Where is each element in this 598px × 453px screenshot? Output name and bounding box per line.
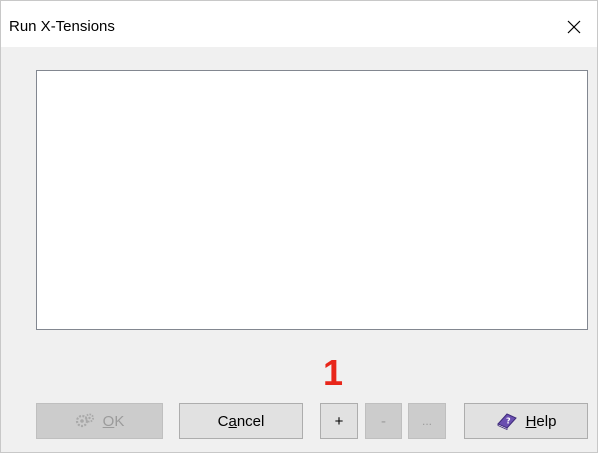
ok-button[interactable]: OK [36,403,163,439]
ok-label: OK [102,412,125,430]
remove-label: - [381,412,386,430]
close-button[interactable] [551,1,597,47]
add-button[interactable]: + [320,403,358,439]
cancel-label: Cancel [217,412,265,430]
help-button[interactable]: ? Help [464,403,588,439]
title-bar[interactable]: Run X-Tensions [1,1,597,47]
window-title: Run X-Tensions [9,18,115,35]
help-book-icon: ? [496,412,518,430]
gears-icon [75,412,95,430]
annotation-marker: 1 [323,352,344,393]
more-label: ... [421,414,432,428]
remove-button[interactable]: - [365,403,402,439]
dialog-window: Run X-Tensions 1 OK Cancel + - ... ? Hel… [0,0,598,453]
svg-text:?: ? [506,417,511,426]
more-button[interactable]: ... [408,403,446,439]
help-label: Help [525,412,557,430]
cancel-button[interactable]: Cancel [179,403,303,439]
close-icon [567,20,581,34]
extensions-list[interactable] [36,70,588,330]
add-label: + [334,412,344,430]
